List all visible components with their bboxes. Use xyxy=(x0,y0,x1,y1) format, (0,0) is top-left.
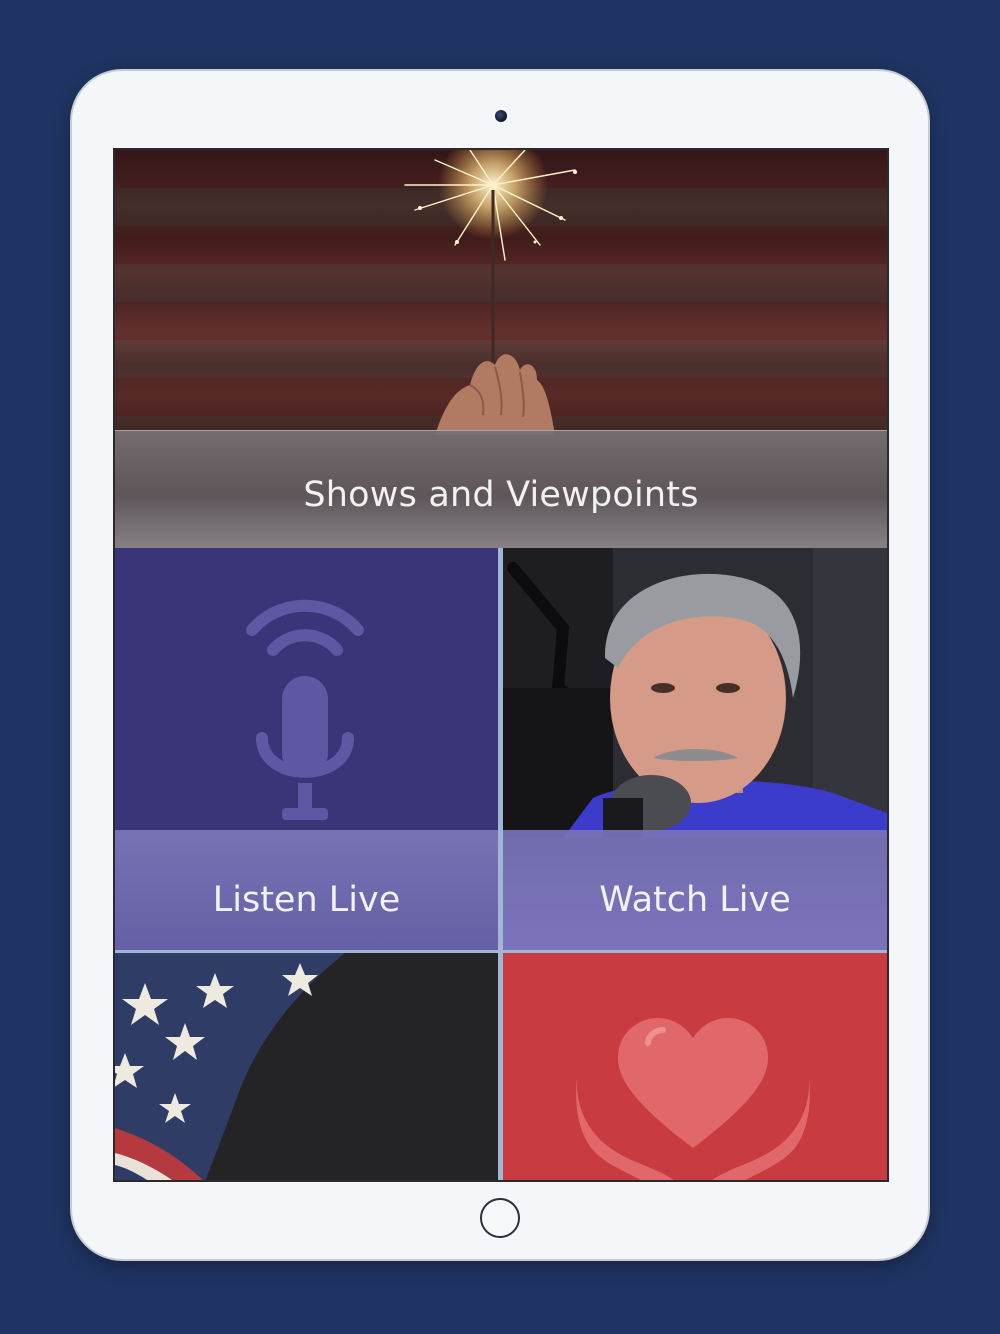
shows-and-viewpoints-tile[interactable]: Shows and Viewpoints xyxy=(115,150,887,548)
american-flag-image xyxy=(115,953,498,1180)
tile-divider-horizontal xyxy=(115,950,887,953)
listen-live-caption-bar: Listen Live xyxy=(115,830,498,950)
front-camera xyxy=(495,110,507,122)
microphone-broadcast-icon xyxy=(246,599,364,820)
flag-tile[interactable] xyxy=(115,953,498,1180)
presenter-photo xyxy=(503,548,887,838)
banner-title: Shows and Viewpoints xyxy=(303,475,699,515)
hand-holding-sparkler xyxy=(435,354,555,435)
tablet-device-frame: Shows and Viewpoints Listen Live Watch L… xyxy=(72,71,928,1259)
watch-live-caption-bar: Watch Live xyxy=(503,830,887,950)
listen-live-label: Listen Live xyxy=(212,880,401,920)
watch-live-tile[interactable]: Watch Live xyxy=(503,548,887,950)
watch-live-label: Watch Live xyxy=(599,880,791,920)
app-screen: Shows and Viewpoints Listen Live Watch L… xyxy=(113,148,889,1182)
tile-divider-vertical xyxy=(498,548,503,1180)
home-button[interactable] xyxy=(480,1198,520,1238)
listen-live-tile[interactable]: Listen Live xyxy=(115,548,498,950)
give-tile[interactable] xyxy=(503,953,887,1180)
heart-in-hands-icon xyxy=(576,1018,810,1180)
banner-caption-bar: Shows and Viewpoints xyxy=(115,430,887,548)
